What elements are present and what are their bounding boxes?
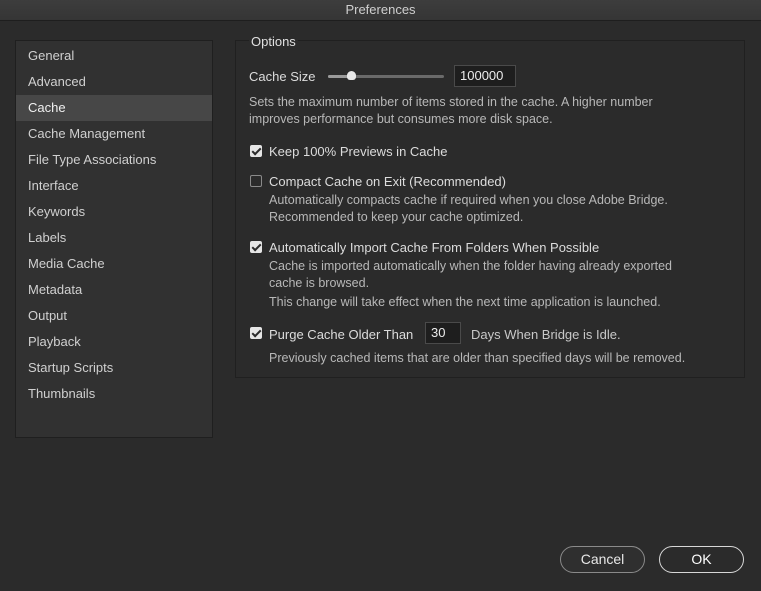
sidebar-item-labels[interactable]: Labels xyxy=(16,225,212,251)
cache-size-slider-thumb[interactable] xyxy=(346,71,356,80)
options-title: Options xyxy=(249,34,298,49)
cache-size-input[interactable]: 100000 xyxy=(454,65,516,87)
ok-button[interactable]: OK xyxy=(659,546,744,573)
sidebar-item-general[interactable]: General xyxy=(16,43,212,69)
keep-previews-label[interactable]: Keep 100% Previews in Cache xyxy=(269,144,448,159)
preferences-sidebar: General Advanced Cache Cache Management … xyxy=(15,40,213,438)
auto-import-label[interactable]: Automatically Import Cache From Folders … xyxy=(269,240,599,255)
auto-import-description-line1: Cache is imported automatically when the… xyxy=(269,259,673,273)
cache-size-description-line2: improves performance but consumes more d… xyxy=(249,112,553,126)
compact-cache-description-line2: Recommended to keep your cache optimized… xyxy=(269,210,524,224)
auto-import-description-line3: This change will take effect when the ne… xyxy=(269,295,661,309)
sidebar-item-thumbnails[interactable]: Thumbnails xyxy=(16,381,212,407)
cache-size-description-line1: Sets the maximum number of items stored … xyxy=(249,95,653,109)
sidebar-item-metadata[interactable]: Metadata xyxy=(16,277,212,303)
keep-previews-checkbox[interactable] xyxy=(250,145,262,157)
sidebar-item-cache[interactable]: Cache xyxy=(16,95,212,121)
sidebar-item-output[interactable]: Output xyxy=(16,303,212,329)
cache-size-label: Cache Size xyxy=(249,69,316,84)
auto-import-description-line2: cache is browsed. xyxy=(269,276,370,290)
compact-cache-checkbox[interactable] xyxy=(250,175,262,187)
sidebar-item-file-type-associations[interactable]: File Type Associations xyxy=(16,147,212,173)
auto-import-checkbox[interactable] xyxy=(250,241,262,253)
sidebar-item-keywords[interactable]: Keywords xyxy=(16,199,212,225)
compact-cache-description-line1: Automatically compacts cache if required… xyxy=(269,193,668,207)
purge-days-input[interactable]: 30 xyxy=(425,322,461,344)
purge-cache-label[interactable]: Purge Cache Older Than xyxy=(269,327,413,342)
sidebar-item-advanced[interactable]: Advanced xyxy=(16,69,212,95)
purge-cache-checkbox[interactable] xyxy=(250,327,262,339)
sidebar-item-playback[interactable]: Playback xyxy=(16,329,212,355)
compact-cache-label[interactable]: Compact Cache on Exit (Recommended) xyxy=(269,174,506,189)
sidebar-item-media-cache[interactable]: Media Cache xyxy=(16,251,212,277)
purge-days-suffix: Days When Bridge is Idle. xyxy=(471,327,621,342)
sidebar-item-cache-management[interactable]: Cache Management xyxy=(16,121,212,147)
window-title: Preferences xyxy=(0,0,761,21)
sidebar-item-interface[interactable]: Interface xyxy=(16,173,212,199)
cancel-button[interactable]: Cancel xyxy=(560,546,645,573)
purge-cache-description: Previously cached items that are older t… xyxy=(269,351,686,365)
sidebar-item-startup-scripts[interactable]: Startup Scripts xyxy=(16,355,212,381)
